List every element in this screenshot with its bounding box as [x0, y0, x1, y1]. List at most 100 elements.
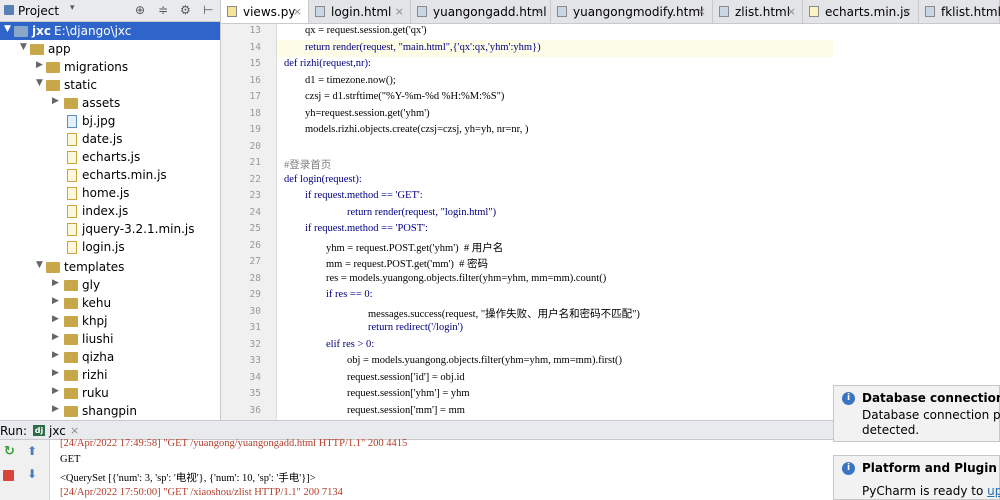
tab-label: yuangongadd.html [433, 5, 547, 19]
tree-item-jquery-js[interactable]: jquery-3.2.1.min.js [0, 220, 220, 238]
chevron-down-icon[interactable]: ▼ [36, 78, 43, 88]
close-icon[interactable]: × [535, 5, 544, 18]
tree-item-index-js[interactable]: index.js [0, 202, 220, 220]
folder-icon [64, 370, 78, 381]
tree-item-label: shangpin [82, 404, 137, 418]
js-file-icon [809, 6, 819, 17]
folder-icon [46, 80, 60, 91]
hide-icon[interactable]: ⊢ [203, 3, 213, 17]
chevron-down-icon[interactable]: ▼ [36, 260, 43, 270]
line-number: 14 [249, 41, 261, 53]
arrow-up-icon[interactable]: ⬆ [27, 444, 37, 458]
tree-item-app[interactable]: ▼ app [0, 40, 220, 58]
code-line: request.session['yhm'] = yhm [347, 388, 470, 399]
folder-icon [30, 44, 44, 55]
tree-item-echarts-min-js[interactable]: echarts.min.js [0, 166, 220, 184]
tree-item-label: ruku [82, 386, 109, 400]
line-number: 16 [249, 74, 261, 86]
tree-item-label: kehu [82, 296, 112, 310]
dropdown-icon[interactable]: ▾ [70, 3, 75, 13]
chevron-right-icon[interactable]: ▶ [52, 350, 59, 360]
python-file-icon [227, 6, 237, 17]
close-icon[interactable]: × [903, 5, 912, 18]
chevron-right-icon[interactable]: ▶ [52, 332, 59, 342]
tree-item-label: static [64, 78, 97, 92]
project-view-icon[interactable] [4, 5, 14, 15]
project-tree[interactable]: ▼ jxc E:\django\jxc ▼ app ▶ migrations ▼… [0, 22, 221, 420]
notification-database[interactable]: i Database connections det Database conn… [833, 385, 1000, 442]
tree-item-bj-jpg[interactable]: bj.jpg [0, 112, 220, 130]
tab-yuangongmodify-html[interactable]: yuangongmodify.html × [551, 0, 713, 23]
notification-text: Database connection pro [862, 408, 1000, 422]
tree-item-shangpin[interactable]: ▶ shangpin [0, 402, 220, 420]
code-line: czsj = d1.strftime("%Y-%m-%d %H:%M:%S") [305, 91, 505, 102]
tree-item-liushi[interactable]: ▶ liushi [0, 330, 220, 348]
chevron-right-icon[interactable]: ▶ [36, 60, 43, 70]
globe-icon[interactable]: ⊕ [135, 3, 145, 17]
tree-item-echarts-js[interactable]: echarts.js [0, 148, 220, 166]
arrow-down-icon[interactable]: ⬇ [27, 467, 37, 481]
tree-item-rizhi[interactable]: ▶ rizhi [0, 366, 220, 384]
tree-item-khpj[interactable]: ▶ khpj [0, 312, 220, 330]
chevron-right-icon[interactable]: ▶ [52, 296, 59, 306]
code-line: messages.success(request, "操作失败、用户名和密码不匹… [368, 308, 640, 320]
js-file-icon [67, 187, 77, 200]
notification-plugin-update[interactable]: i Platform and Plugin Upda PyCharm is re… [833, 455, 1000, 500]
close-icon[interactable]: × [787, 5, 796, 18]
tree-item-kehu[interactable]: ▶ kehu [0, 294, 220, 312]
rerun-icon[interactable]: ↻ [4, 444, 15, 459]
close-icon[interactable]: × [697, 5, 706, 18]
line-number: 27 [249, 256, 261, 267]
tab-fklist-html[interactable]: fklist.html [919, 0, 1000, 23]
chevron-down-icon[interactable]: ▼ [4, 24, 11, 34]
tab-label: login.html [331, 5, 392, 19]
run-config-tab[interactable]: jxc [49, 424, 66, 438]
tab-views-py[interactable]: views.py × [221, 0, 309, 23]
tab-echarts-min-js[interactable]: echarts.min.js × [803, 0, 919, 23]
tree-item-static[interactable]: ▼ static [0, 76, 220, 94]
line-number: 17 [249, 91, 261, 102]
tree-root[interactable]: ▼ jxc E:\django\jxc [0, 22, 220, 40]
close-icon[interactable]: × [395, 5, 404, 18]
html-file-icon [719, 6, 729, 17]
chevron-right-icon[interactable]: ▶ [52, 96, 59, 106]
notification-title: Platform and Plugin Upda [862, 461, 1000, 475]
html-file-icon [557, 6, 567, 17]
tab-yuangongadd-html[interactable]: yuangongadd.html × [411, 0, 551, 23]
folder-icon [14, 26, 28, 37]
chevron-right-icon[interactable]: ▶ [52, 278, 59, 288]
tree-item-label: khpj [82, 314, 108, 328]
split-icon[interactable]: ≑ [158, 3, 168, 17]
tree-item-assets[interactable]: ▶ assets [0, 94, 220, 112]
tree-item-label: templates [64, 260, 125, 274]
folder-icon [46, 62, 60, 73]
update-link[interactable]: updat [987, 484, 1000, 498]
tree-item-templates[interactable]: ▼ templates [0, 258, 220, 276]
chevron-right-icon[interactable]: ▶ [52, 386, 59, 396]
js-file-icon [67, 133, 77, 146]
project-panel-title[interactable]: Project [18, 4, 59, 18]
tree-item-gly[interactable]: ▶ gly [0, 276, 220, 294]
close-icon[interactable]: × [293, 5, 302, 18]
tab-label: fklist.html [941, 5, 1000, 19]
stop-icon[interactable] [3, 470, 14, 481]
chevron-right-icon[interactable]: ▶ [52, 368, 59, 378]
line-number: 15 [249, 58, 261, 69]
chevron-right-icon[interactable]: ▶ [52, 314, 59, 324]
tab-login-html[interactable]: login.html × [309, 0, 411, 23]
code-line: elif res > 0: [326, 338, 375, 350]
gear-icon[interactable]: ⚙ [180, 3, 191, 17]
close-icon[interactable]: × [70, 424, 79, 437]
tree-item-label: date.js [82, 132, 123, 146]
tree-item-home-js[interactable]: home.js [0, 184, 220, 202]
tree-item-qizha[interactable]: ▶ qizha [0, 348, 220, 366]
tab-zlist-html[interactable]: zlist.html × [713, 0, 803, 23]
chevron-down-icon[interactable]: ▼ [20, 42, 27, 52]
code-line: if request.method == 'POST': [305, 223, 428, 234]
tree-item-login-js[interactable]: login.js [0, 238, 220, 256]
tree-item-ruku[interactable]: ▶ ruku [0, 384, 220, 402]
line-number: 13 [249, 25, 261, 36]
chevron-right-icon[interactable]: ▶ [52, 404, 59, 414]
tree-item-migrations[interactable]: ▶ migrations [0, 58, 220, 76]
tree-item-date-js[interactable]: date.js [0, 130, 220, 148]
